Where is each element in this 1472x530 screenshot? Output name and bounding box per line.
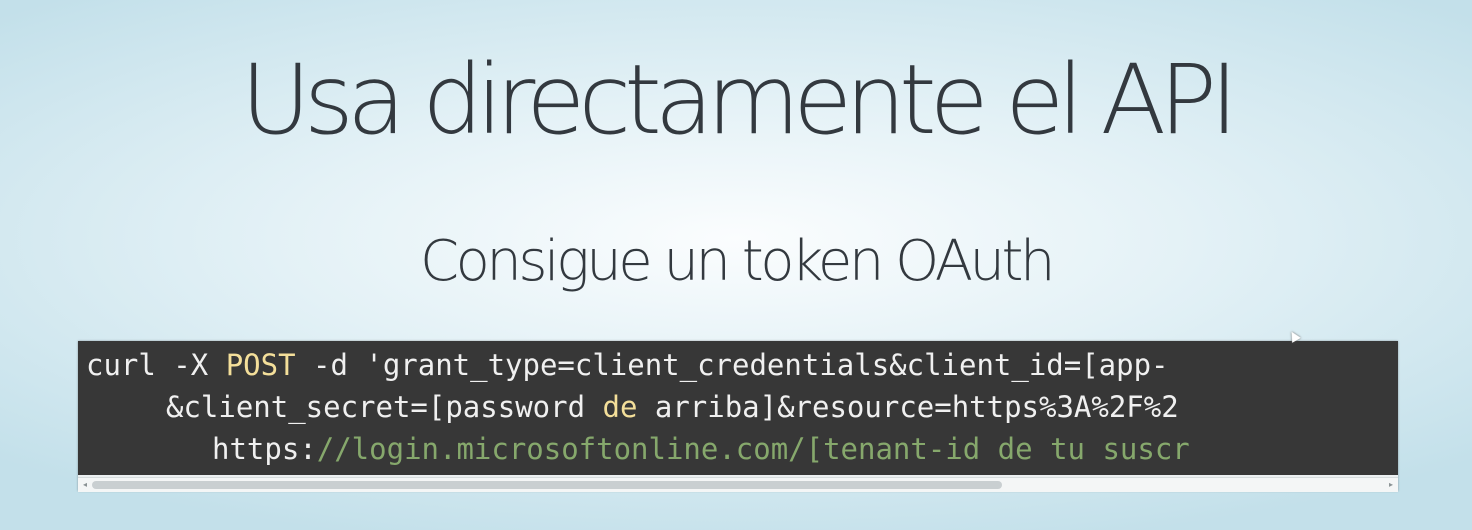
code-url: //login.microsoftonline.com/[tenant-id d… bbox=[316, 432, 1190, 466]
code-line-2: &client_secret=[password de arriba]&reso… bbox=[166, 387, 1179, 427]
code-block: curl -X POST -d 'grant_type=client_crede… bbox=[78, 341, 1398, 492]
code-token: curl -X bbox=[86, 348, 226, 382]
horizontal-scrollbar[interactable]: ◂ ▸ bbox=[78, 477, 1398, 492]
code-token: https: bbox=[212, 432, 317, 466]
code-line-3: https://login.microsoftonline.com/[tenan… bbox=[212, 429, 1190, 469]
scrollbar-thumb[interactable] bbox=[92, 481, 1002, 489]
slide-title: Usa directamente el API bbox=[240, 44, 1239, 156]
code-area: curl -X POST -d 'grant_type=client_crede… bbox=[78, 341, 1398, 475]
code-token: arriba]&resource=https%3A%2F%2 bbox=[637, 390, 1179, 424]
code-keyword-post: POST bbox=[225, 348, 296, 382]
scroll-left-icon[interactable]: ◂ bbox=[80, 480, 90, 490]
slide-subtitle: Consigue un token OAuth bbox=[420, 229, 1055, 294]
code-line-1: curl -X POST -d 'grant_type=client_crede… bbox=[86, 345, 1169, 385]
code-token: &client_secret=[password bbox=[166, 390, 603, 424]
code-keyword-de: de bbox=[602, 390, 638, 424]
code-token: -d 'grant_type=client_credentials&client… bbox=[295, 348, 1169, 382]
scroll-right-icon[interactable]: ▸ bbox=[1386, 480, 1396, 490]
